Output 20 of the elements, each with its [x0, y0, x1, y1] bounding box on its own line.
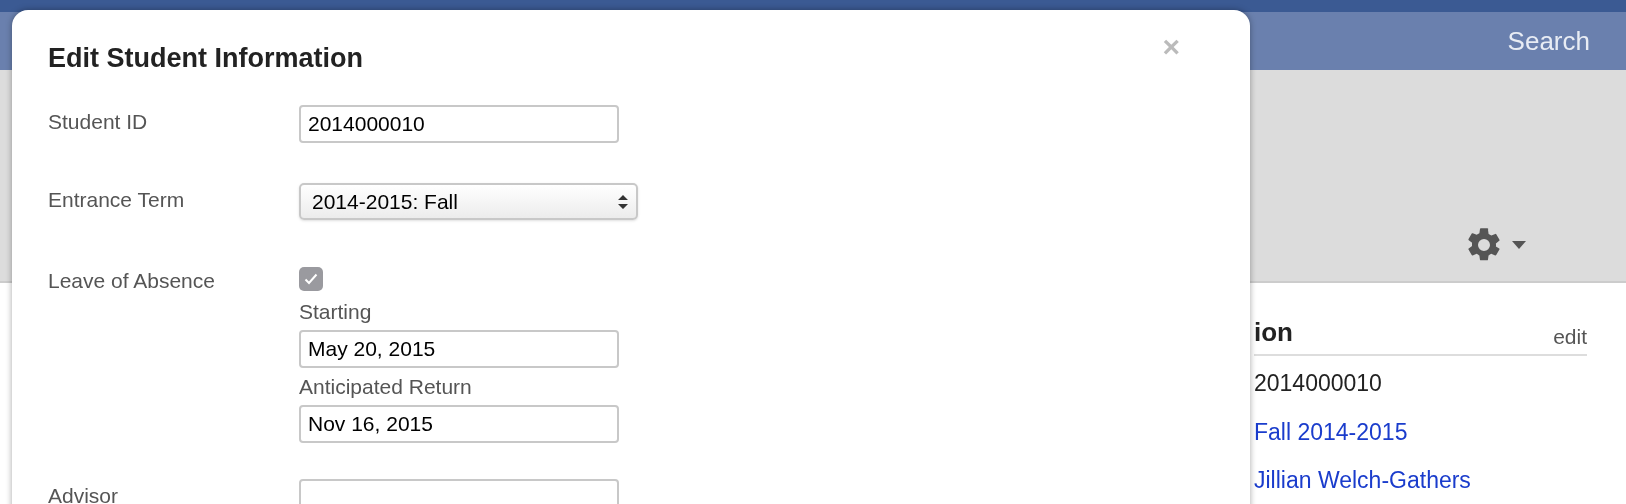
date-label: Anticipated Return	[299, 374, 473, 400]
field-label: Entrance Term	[48, 187, 186, 213]
field-label: Leave of Absence	[48, 268, 216, 294]
section-heading: ion	[1254, 316, 1293, 349]
modal-title: Edit Student Information	[48, 42, 363, 74]
field-label: Advisor	[48, 483, 120, 504]
field-label: Student ID	[48, 109, 149, 135]
edit-link[interactable]: edit	[1553, 320, 1587, 352]
text-field[interactable]: 2014000010	[299, 105, 619, 143]
date-field[interactable]: May 20, 2015	[299, 330, 619, 368]
date-field[interactable]: Nov 16, 2015	[299, 405, 619, 443]
up-down-icon	[618, 194, 628, 209]
check-icon	[304, 273, 318, 285]
info-link[interactable]: Jillian Welch-Gathers	[1254, 463, 1587, 498]
term-select[interactable]: 2014-2015: Fall	[299, 183, 638, 220]
info-value: 2014000010	[1254, 369, 1383, 398]
info-link[interactable]: Fall 2014-2015	[1254, 414, 1587, 449]
date-label: Starting	[299, 299, 373, 325]
leave-checkbox[interactable]	[299, 267, 323, 291]
caret-icon	[1512, 241, 1526, 249]
